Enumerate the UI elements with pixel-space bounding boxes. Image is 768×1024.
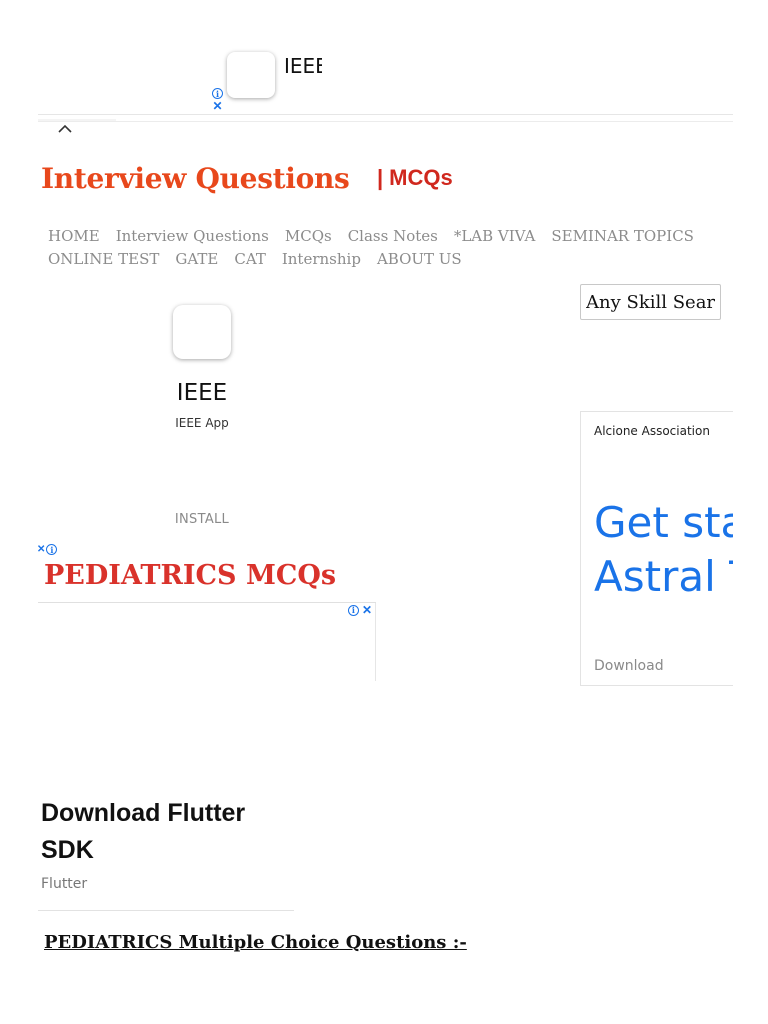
ad-headline-line: Get started <box>594 498 733 547</box>
nav-item-class-notes[interactable]: Class Notes <box>348 227 438 245</box>
ad-app-subtitle: IEEE App <box>175 416 229 430</box>
nav-item-online-test[interactable]: ONLINE TEST <box>48 250 159 268</box>
adchoices[interactable]: i ✕ <box>212 88 223 112</box>
nav-item-seminar-topics[interactable]: SEMINAR TOPICS <box>551 227 694 245</box>
nav-row: HOME Interview Questions MCQs Class Note… <box>48 224 728 247</box>
app-install-ad[interactable]: IEEE IEEE App INSTALL <box>120 300 284 540</box>
divider <box>38 121 733 122</box>
nav-item-internship[interactable]: Internship <box>282 250 361 268</box>
ad-title-line: SDK <box>41 836 94 864</box>
install-button[interactable]: INSTALL <box>120 512 284 527</box>
chevron-up-icon <box>58 124 72 133</box>
inline-ad-slot[interactable]: i ✕ <box>38 603 376 681</box>
site-logo[interactable]: Interview Questions | MCQs <box>41 158 453 198</box>
ad-headline[interactable]: Get started Astral Today <box>594 496 733 604</box>
nav-item-mcqs[interactable]: MCQs <box>285 227 332 245</box>
nav-row: ONLINE TEST GATE CAT Internship ABOUT US <box>48 247 728 270</box>
ad-advertiser: Alcione Association <box>594 424 710 438</box>
ad-headline-line: Astral Today <box>594 552 733 601</box>
nav-item-about-us[interactable]: ABOUT US <box>377 250 462 268</box>
text-ad[interactable]: Download Flutter SDK Flutter <box>38 795 294 911</box>
close-ad-icon[interactable]: ✕ <box>37 544 45 555</box>
display-ad[interactable]: Alcione Association Get started Astral T… <box>580 411 733 686</box>
app-icon[interactable] <box>173 305 231 359</box>
logo-separator: | <box>377 165 384 190</box>
collapse-ad-button[interactable] <box>56 121 74 137</box>
adchoices[interactable]: i ✕ <box>347 604 372 616</box>
adchoices[interactable]: ✕ i <box>37 544 58 555</box>
divider <box>38 114 733 115</box>
close-ad-icon[interactable]: ✕ <box>362 604 372 616</box>
ad-title-line: Download Flutter <box>41 799 246 827</box>
ad-app-title[interactable]: IEEE <box>120 380 284 406</box>
nav-item-cat[interactable]: CAT <box>234 250 266 268</box>
info-icon[interactable]: i <box>347 604 359 616</box>
logo-subtitle: MCQs <box>389 165 453 190</box>
section-heading: PEDIATRICS Multiple Choice Questions :- <box>44 932 467 953</box>
ad-download-button[interactable]: Download <box>594 658 664 674</box>
divider <box>38 910 294 911</box>
nav-item-lab-viva[interactable]: *LAB VIVA <box>454 227 536 245</box>
main-nav: HOME Interview Questions MCQs Class Note… <box>48 224 728 270</box>
info-icon[interactable]: i <box>212 88 223 99</box>
logo-title: Interview Questions <box>41 161 350 195</box>
ad-title[interactable]: Download Flutter SDK <box>41 795 294 869</box>
search-input[interactable] <box>580 284 721 320</box>
nav-item-gate[interactable]: GATE <box>175 250 218 268</box>
close-ad-icon[interactable]: ✕ <box>212 100 222 112</box>
nav-item-home[interactable]: HOME <box>48 227 100 245</box>
nav-item-interview-questions[interactable]: Interview Questions <box>116 227 269 245</box>
app-icon[interactable] <box>227 52 275 98</box>
post-title: PEDIATRICS MCQs <box>44 560 337 591</box>
ad-advertiser: Flutter <box>41 876 88 892</box>
top-ad-banner[interactable]: IEEE i ✕ <box>38 0 733 122</box>
top-ad-app-name[interactable]: IEEE <box>284 54 322 78</box>
info-icon[interactable]: i <box>46 544 58 555</box>
